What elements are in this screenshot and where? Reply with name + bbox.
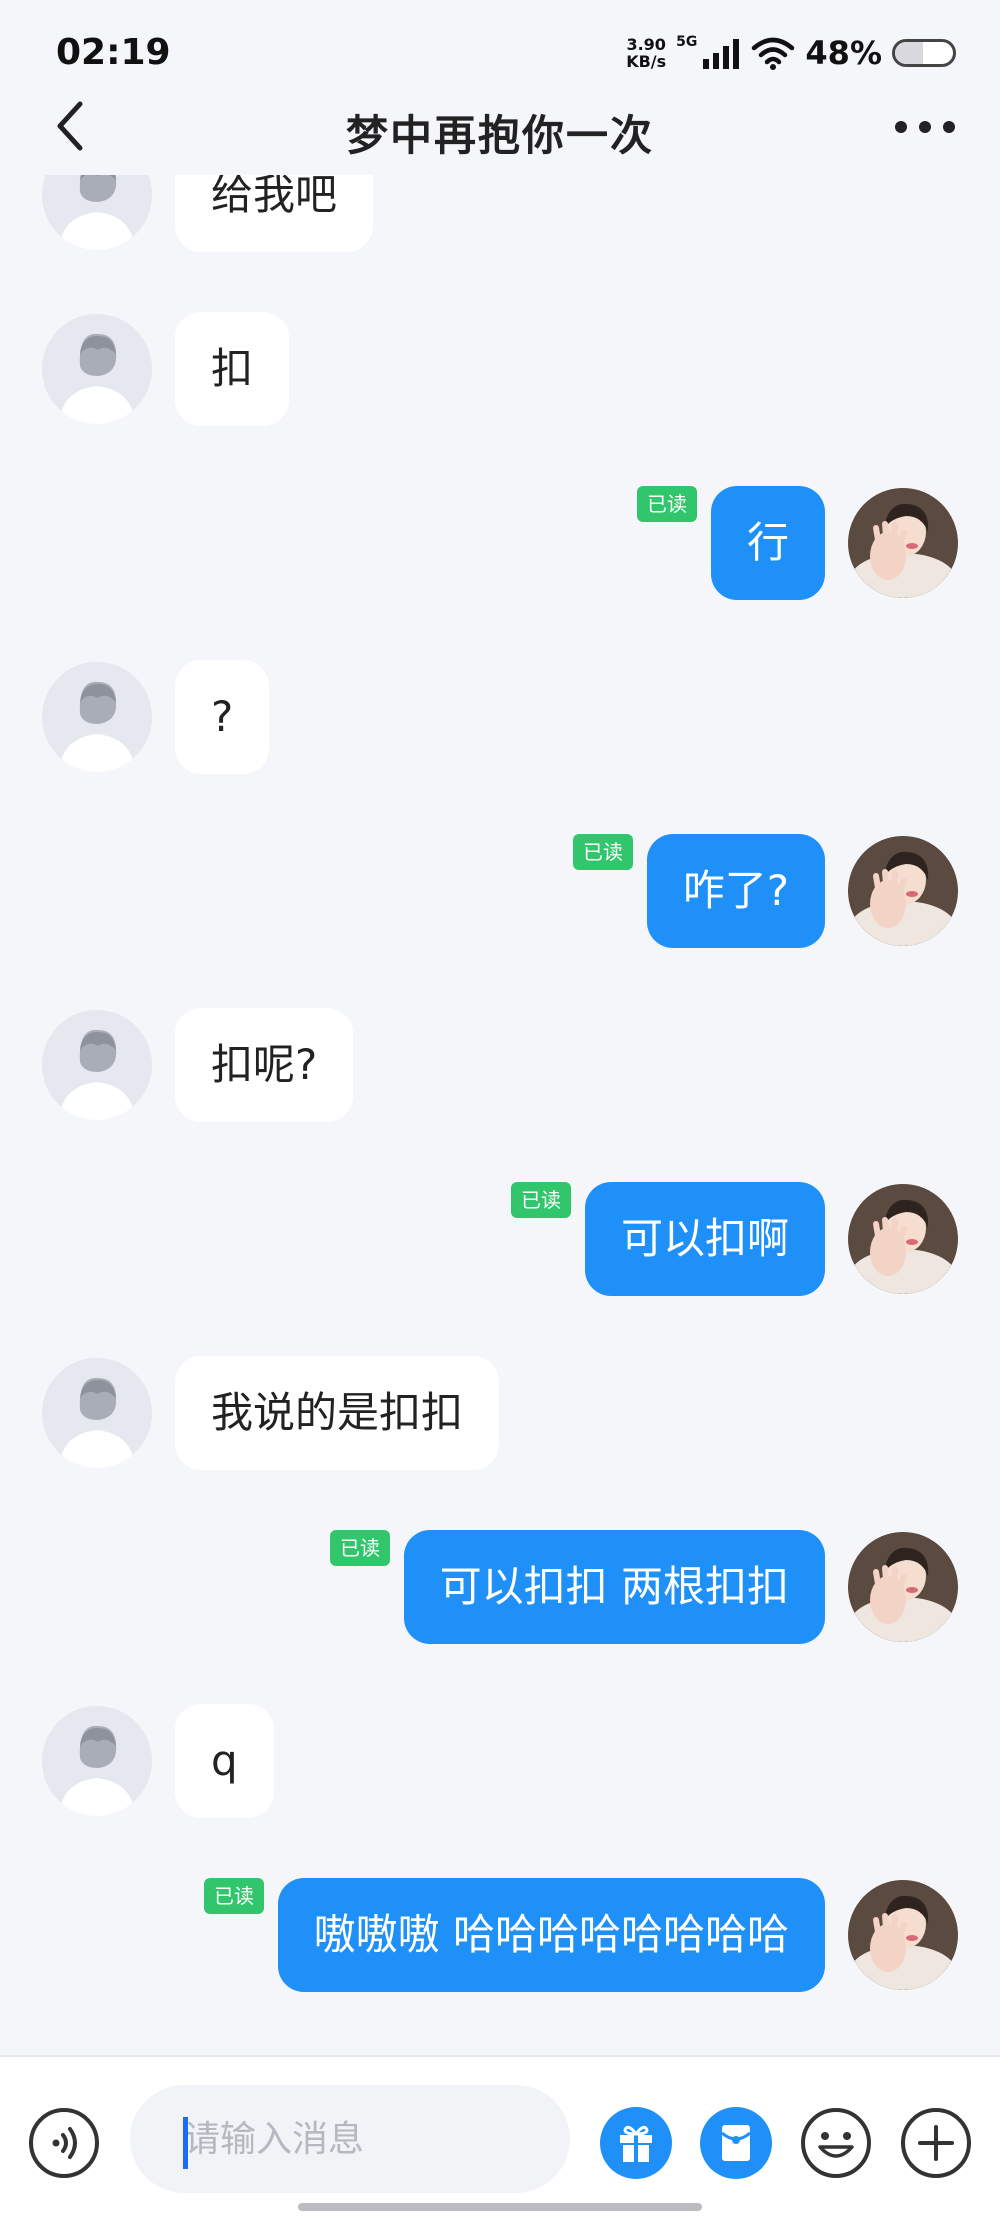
contact-avatar[interactable] <box>42 1010 152 1120</box>
home-indicator[interactable] <box>298 2203 702 2211</box>
clock: 02:19 <box>56 32 171 73</box>
message-bubble[interactable]: 嗷嗷嗷 哈哈哈哈哈哈哈哈 <box>277 1878 825 1992</box>
red-packet-button[interactable] <box>700 2107 772 2179</box>
message-bubble[interactable]: 扣呢? <box>175 1008 354 1122</box>
network-speed: 3.90 KB/s <box>626 36 666 70</box>
gift-icon <box>600 2107 672 2179</box>
message-bubble[interactable]: 行 <box>710 486 825 600</box>
my-avatar[interactable] <box>848 1532 958 1642</box>
emoji-button[interactable] <box>800 2107 872 2179</box>
message-bubble[interactable]: 扣 <box>175 312 290 426</box>
battery-icon <box>892 39 956 67</box>
chat-header: 梦中再抱你一次 <box>0 96 1000 186</box>
message-bubble[interactable]: 给我吧 <box>175 175 374 252</box>
message-bubble[interactable]: ? <box>175 660 270 774</box>
network-type: 5G <box>676 34 698 50</box>
my-avatar[interactable] <box>848 488 958 598</box>
message-bubble[interactable]: 可以扣啊 <box>584 1182 825 1296</box>
voice-button[interactable] <box>28 2107 100 2179</box>
contact-avatar[interactable] <box>42 1706 152 1816</box>
my-avatar[interactable] <box>848 836 958 946</box>
contact-avatar[interactable] <box>42 314 152 424</box>
battery-percent: 48% <box>805 34 882 72</box>
plus-icon <box>901 2108 971 2178</box>
more-button[interactable] <box>890 112 960 142</box>
message-input[interactable] <box>130 2085 570 2193</box>
network-speed-value: 3.90 <box>626 35 666 54</box>
status-icons: 3.90 KB/s 5G 48% <box>626 34 956 72</box>
chat-title: 梦中再抱你一次 <box>345 111 654 160</box>
read-receipt-badge: 已读 <box>204 1878 264 1914</box>
battery-level-fill <box>895 42 923 64</box>
read-receipt-badge: 已读 <box>573 834 633 870</box>
voice-icon <box>29 2108 99 2178</box>
read-receipt-badge: 已读 <box>511 1182 571 1218</box>
gift-button[interactable] <box>600 2107 672 2179</box>
text-cursor <box>183 2117 188 2169</box>
input-bar <box>0 2055 1000 2224</box>
signal-icon <box>703 39 740 69</box>
emoji-icon <box>801 2108 871 2178</box>
my-avatar[interactable] <box>848 1880 958 1990</box>
message-bubble[interactable]: q <box>175 1704 274 1818</box>
red-packet-icon <box>700 2107 772 2179</box>
contact-avatar[interactable] <box>42 662 152 772</box>
message-bubble[interactable]: 可以扣扣 两根扣扣 <box>403 1530 825 1644</box>
more-dots-icon <box>895 121 955 133</box>
contact-avatar[interactable] <box>42 175 152 250</box>
network-speed-unit: KB/s <box>626 52 667 71</box>
read-receipt-badge: 已读 <box>330 1530 390 1566</box>
message-bubble[interactable]: 我说的是扣扣 <box>175 1356 500 1470</box>
contact-avatar[interactable] <box>42 1358 152 1468</box>
message-list[interactable]: 给我吧扣行已读? 咋了? 已读 扣呢? 可以扣啊 已读 我说的是扣扣 可以扣扣 两根扣扣 已读 q… <box>0 175 1000 2055</box>
read-receipt-badge: 已读 <box>637 486 697 522</box>
message-bubble[interactable]: 咋了? <box>646 834 825 948</box>
more-actions-button[interactable] <box>900 2107 972 2179</box>
status-bar: 02:19 3.90 KB/s 5G 48% <box>0 0 1000 110</box>
wifi-icon <box>752 37 795 70</box>
my-avatar[interactable] <box>848 1184 958 1294</box>
